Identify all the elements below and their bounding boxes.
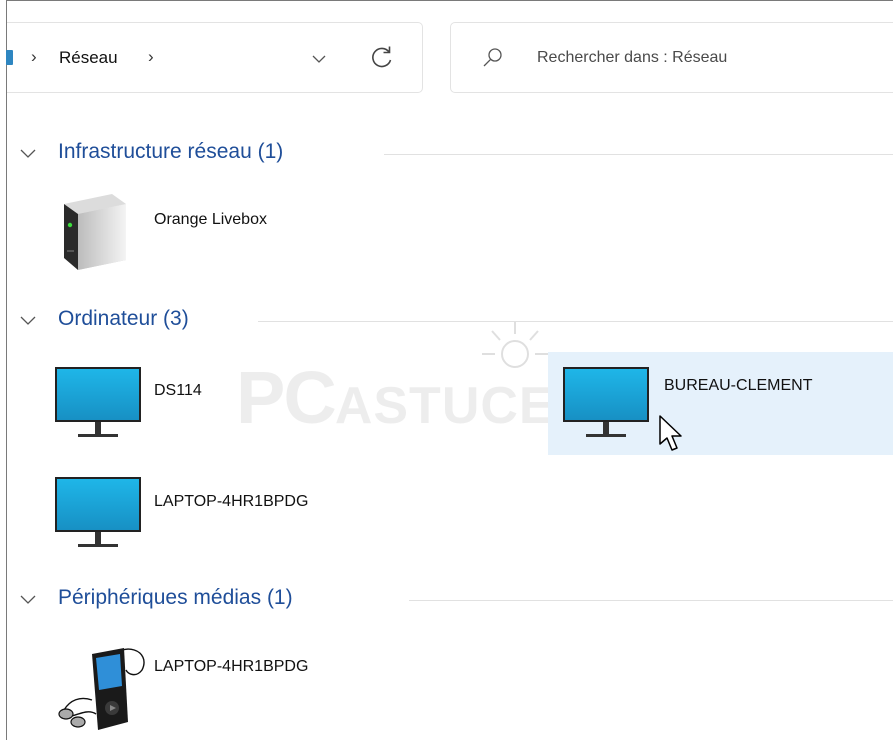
item-label: Orange Livebox xyxy=(154,211,267,228)
group-label: Ordinateur (3) xyxy=(58,307,189,330)
group-divider xyxy=(384,154,893,155)
group-divider xyxy=(258,321,893,322)
item-ds114[interactable]: DS114 xyxy=(48,360,348,445)
media-player-icon xyxy=(58,648,145,730)
monitor-icon xyxy=(55,477,141,547)
item-label: DS114 xyxy=(154,382,202,399)
breadcrumb-separator[interactable]: › xyxy=(31,47,37,67)
chevron-down-icon[interactable] xyxy=(20,148,36,160)
item-orange-livebox[interactable]: Orange Livebox xyxy=(48,190,348,280)
chevron-down-icon[interactable] xyxy=(20,594,36,606)
item-label: BUREAU-CLEMENT xyxy=(664,377,813,394)
breadcrumb-reseau[interactable]: Réseau xyxy=(59,48,118,68)
group-label: Périphériques médias (1) xyxy=(58,586,293,609)
chevron-down-icon[interactable] xyxy=(307,47,331,71)
item-laptop-4hr1bpdg[interactable]: LAPTOP-4HR1BPDG xyxy=(48,474,388,559)
group-header-peripheriques-medias[interactable]: Périphériques médias (1) xyxy=(20,586,893,616)
window-top-border xyxy=(6,0,893,1)
item-label: LAPTOP-4HR1BPDG xyxy=(154,493,309,510)
group-label: Infrastructure réseau (1) xyxy=(58,140,284,163)
item-media-laptop-4hr1bpdg[interactable]: LAPTOP-4HR1BPDG xyxy=(48,636,388,736)
item-bureau-clement[interactable]: BUREAU-CLEMENT xyxy=(548,352,893,455)
monitor-icon xyxy=(55,367,141,437)
refresh-icon[interactable] xyxy=(367,43,397,73)
search-icon xyxy=(483,48,502,67)
group-divider xyxy=(409,600,893,601)
network-folder-icon xyxy=(6,50,13,65)
item-label: LAPTOP-4HR1BPDG xyxy=(154,658,309,675)
group-header-ordinateur[interactable]: Ordinateur (3) xyxy=(20,307,893,337)
search-box[interactable]: Rechercher dans : Réseau xyxy=(450,22,893,93)
breadcrumb-separator[interactable]: › xyxy=(148,47,154,67)
monitor-icon xyxy=(563,367,649,437)
chevron-down-icon[interactable] xyxy=(20,315,36,327)
router-icon xyxy=(64,194,126,270)
group-header-infrastructure[interactable]: Infrastructure réseau (1) xyxy=(20,140,893,170)
address-bar[interactable]: › Réseau › xyxy=(6,22,423,93)
window-left-border xyxy=(6,0,7,740)
search-input[interactable]: Rechercher dans : Réseau xyxy=(537,49,727,67)
mouse-cursor-icon xyxy=(659,415,682,451)
